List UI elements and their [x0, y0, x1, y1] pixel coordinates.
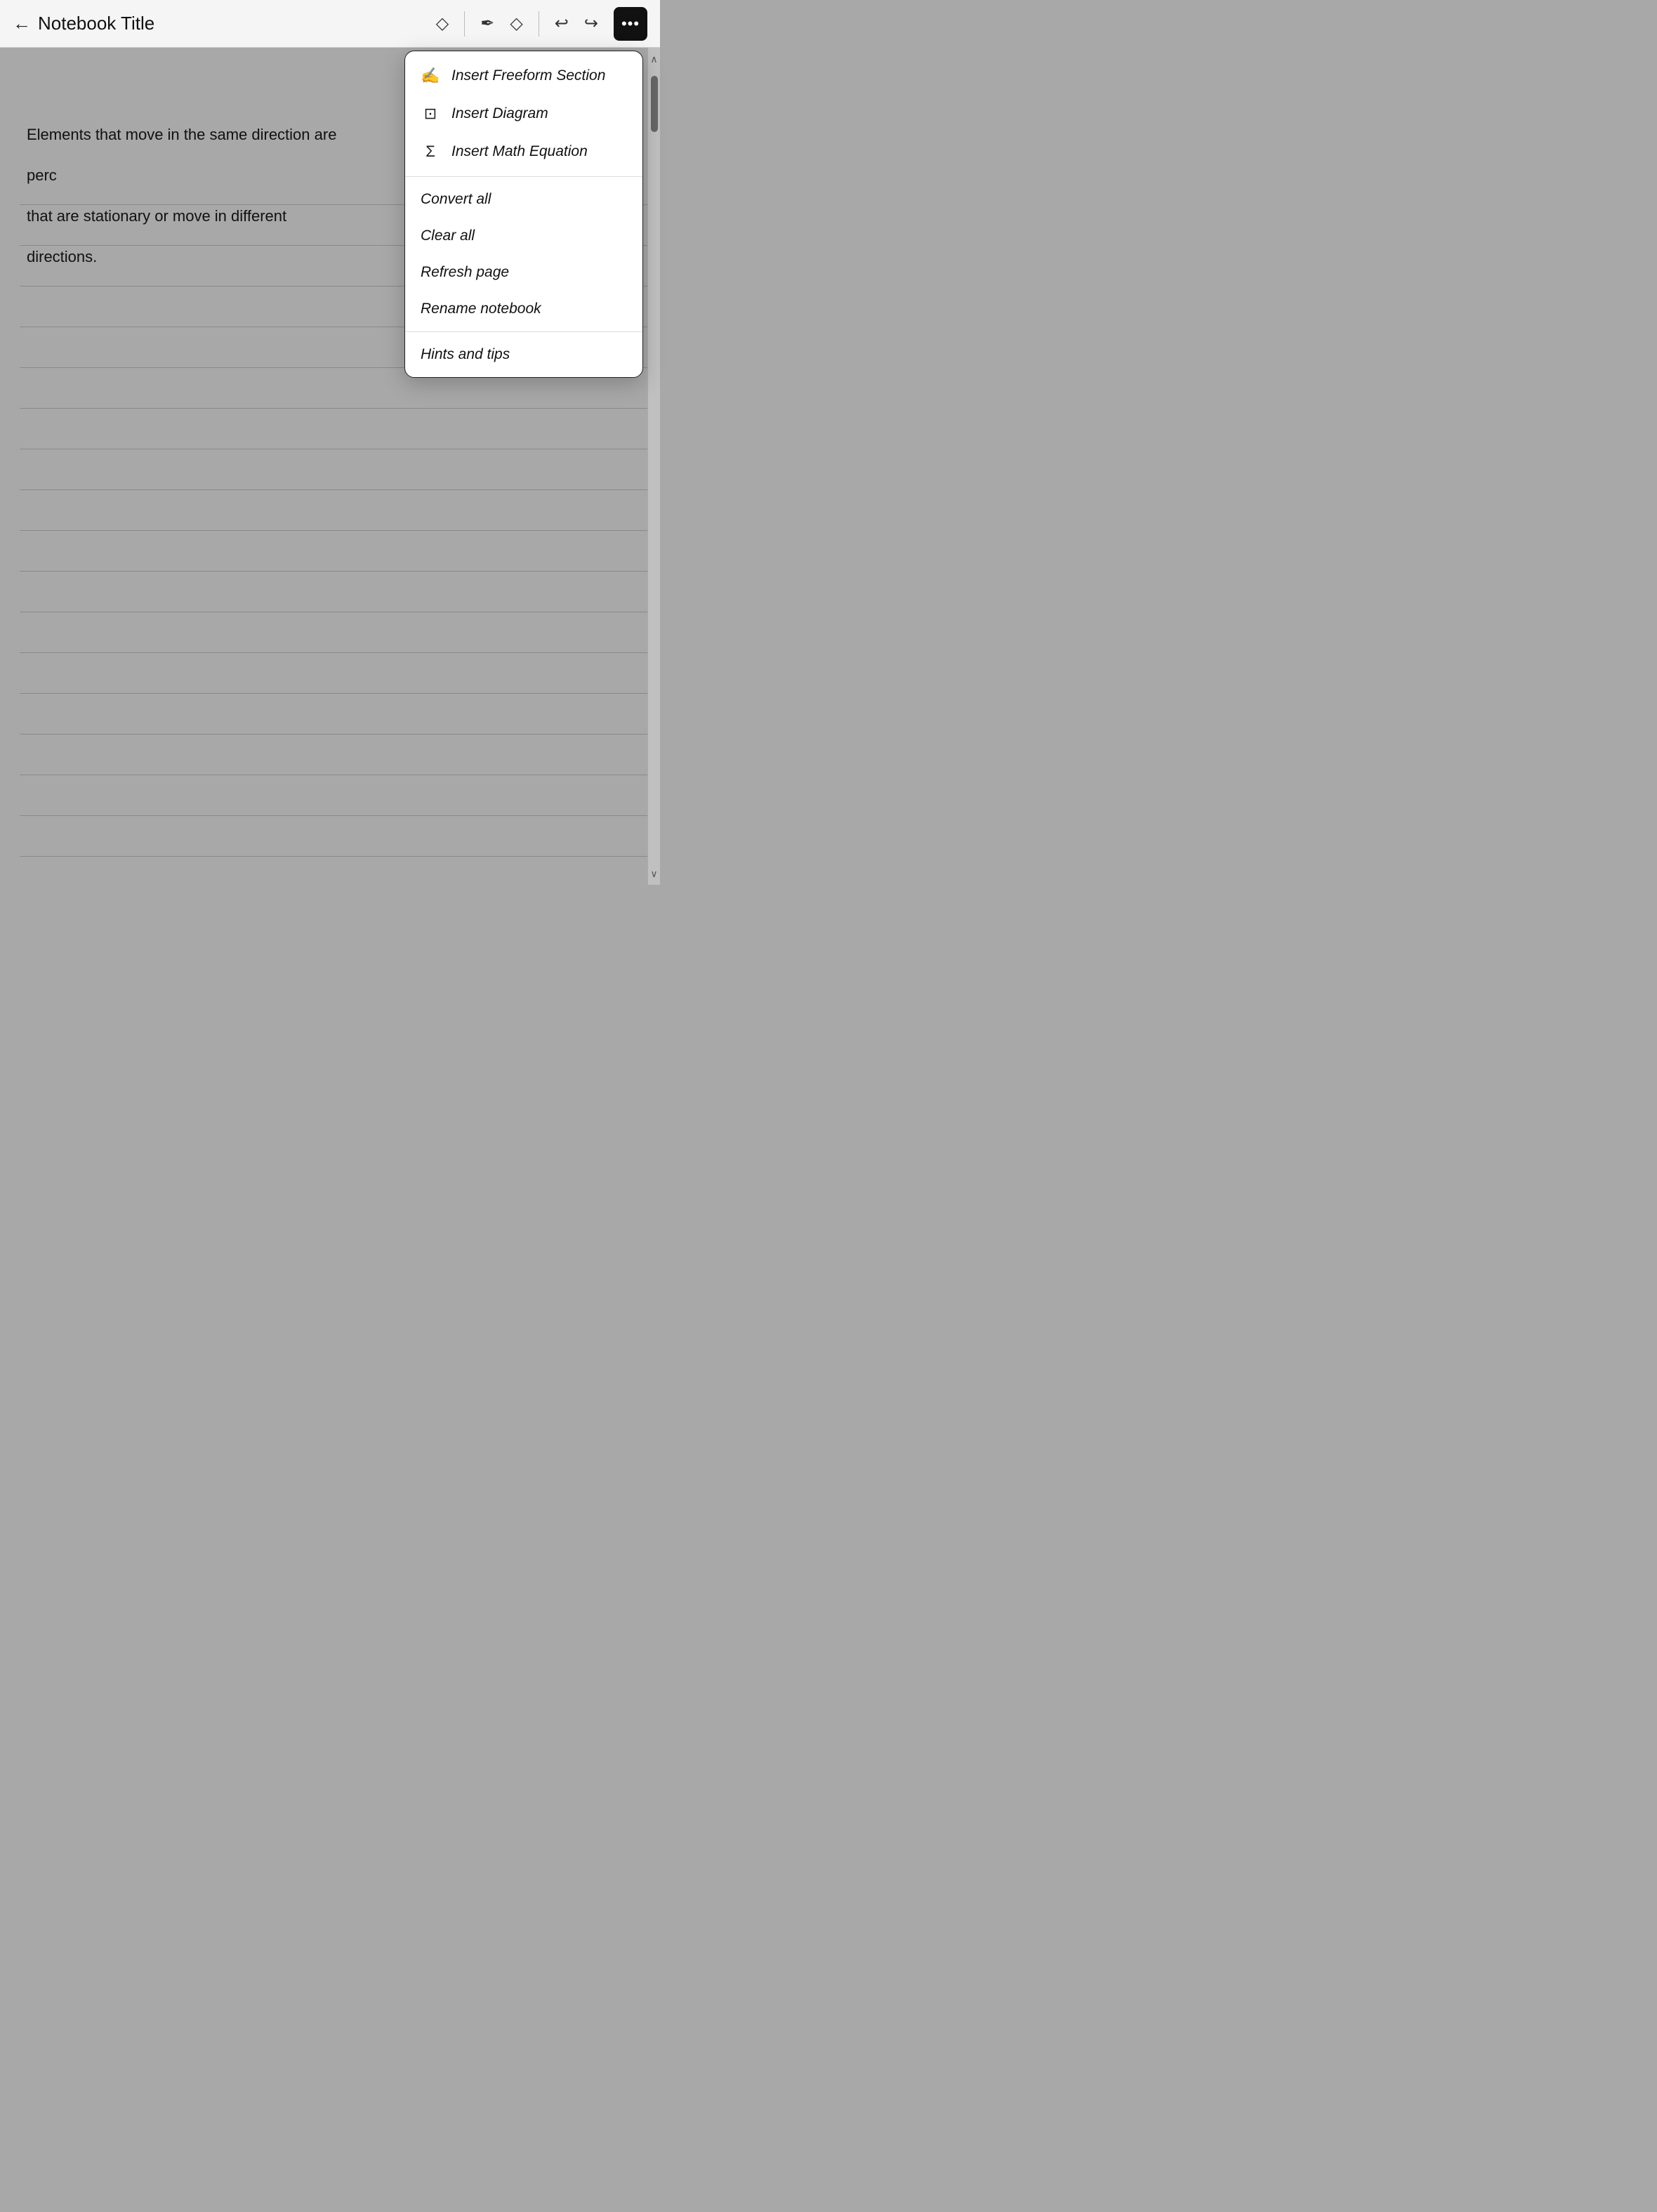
menu-item-equation[interactable]: Σ Insert Math Equation: [405, 133, 642, 171]
menu-item-rename[interactable]: Rename notebook: [405, 291, 642, 327]
menu-item-convert[interactable]: Convert all: [405, 181, 642, 218]
ruled-line: [20, 530, 647, 531]
text-line1: Elements that move in the same direction…: [27, 114, 352, 196]
ruled-line: [20, 734, 647, 735]
menu-item-diagram[interactable]: ⊡ Insert Diagram: [405, 95, 642, 133]
freeform-label: Insert Freeform Section: [451, 67, 605, 84]
pen-icon[interactable]: ✒: [480, 13, 494, 34]
notebook-title: Notebook Title: [38, 13, 154, 34]
menu-item-clear[interactable]: Clear all: [405, 218, 642, 254]
menu-section-insert: ✍ Insert Freeform Section ⊡ Insert Diagr…: [405, 51, 642, 177]
notebook-text: Elements that move in the same direction…: [27, 114, 352, 277]
divider: [464, 11, 465, 37]
ruled-line: [20, 489, 647, 490]
undo-icon[interactable]: ↩: [555, 13, 569, 34]
header-tools: ◇ ✒ ◇ ↩ ↪ •••: [436, 7, 647, 41]
clear-label: Clear all: [421, 228, 475, 244]
scroll-thumb[interactable]: [651, 76, 658, 132]
diagram-label: Insert Diagram: [451, 105, 548, 122]
more-dots-label: •••: [621, 15, 640, 33]
scrollbar-track: ∧ ∨: [647, 48, 660, 885]
ruled-line: [20, 856, 647, 857]
text-line2: that are stationary or move in different…: [27, 196, 352, 277]
refresh-label: Refresh page: [421, 264, 509, 281]
equation-icon: Σ: [421, 143, 440, 161]
menu-section-help: Hints and tips: [405, 332, 642, 377]
diagram-icon: ⊡: [421, 105, 440, 123]
scroll-up-button[interactable]: ∧: [648, 48, 661, 70]
ruled-line: [20, 693, 647, 694]
redo-icon[interactable]: ↪: [584, 13, 598, 34]
eraser-icon[interactable]: ◇: [510, 13, 522, 34]
hints-label: Hints and tips: [421, 346, 510, 363]
freeform-icon: ✍: [421, 67, 440, 85]
menu-item-hints[interactable]: Hints and tips: [405, 336, 642, 373]
dropdown-menu: ✍ Insert Freeform Section ⊡ Insert Diagr…: [404, 51, 643, 378]
scroll-down-button[interactable]: ∨: [648, 862, 661, 885]
header-left: ← Notebook Title: [13, 13, 436, 34]
menu-item-freeform[interactable]: ✍ Insert Freeform Section: [405, 57, 642, 95]
rename-label: Rename notebook: [421, 301, 541, 317]
ruled-line: [20, 571, 647, 572]
ruled-line: [20, 652, 647, 653]
convert-label: Convert all: [421, 191, 491, 208]
menu-item-refresh[interactable]: Refresh page: [405, 254, 642, 291]
ruled-line: [20, 815, 647, 816]
header: ← Notebook Title ◇ ✒ ◇ ↩ ↪ •••: [0, 0, 660, 48]
bookmark-icon[interactable]: ◇: [436, 13, 449, 34]
menu-section-actions: Convert all Clear all Refresh page Renam…: [405, 177, 642, 332]
back-button[interactable]: ←: [13, 13, 31, 34]
more-button[interactable]: •••: [614, 7, 647, 41]
equation-label: Insert Math Equation: [451, 143, 588, 160]
ruled-line: [20, 408, 647, 409]
